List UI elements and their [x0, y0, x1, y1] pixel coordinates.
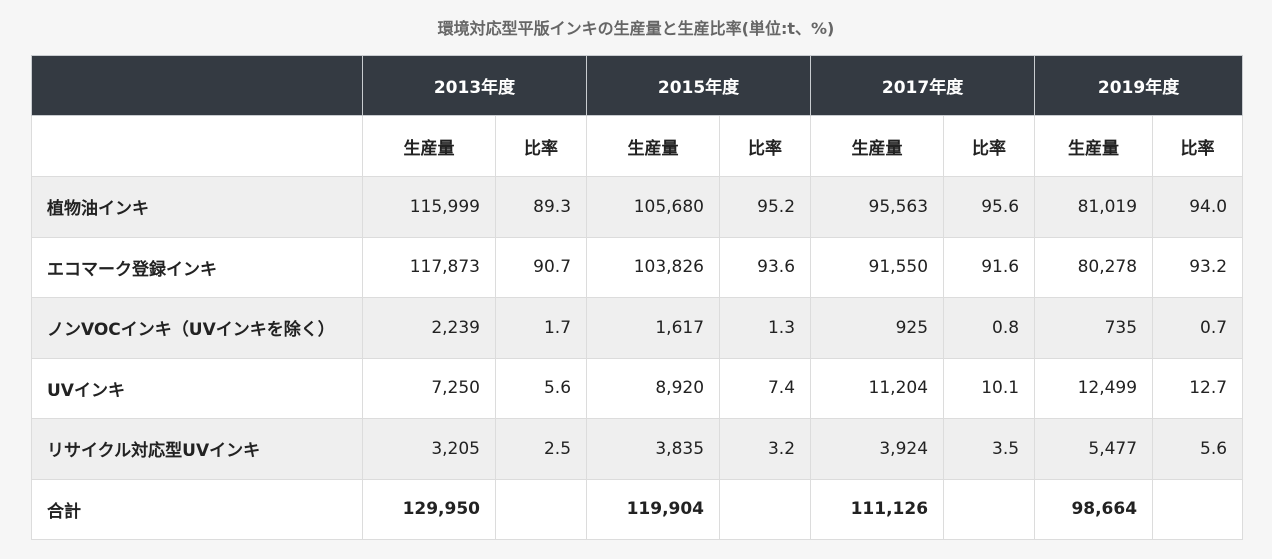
row-label: 植物油インキ: [31, 176, 363, 238]
ratio-cell: [943, 478, 1036, 540]
production-cell: 95,563: [810, 176, 945, 238]
row-label: UVインキ: [31, 357, 363, 419]
production-cell: 11,204: [810, 357, 945, 419]
table-caption: 環境対応型平版インキの生産量と生産比率(単位:t、%): [437, 19, 835, 38]
table-row: エコマーク登録インキ 117,873 90.7 103,826 93.6 91,…: [31, 236, 1244, 298]
ratio-header: 比率: [1152, 115, 1244, 177]
total-row: 合計 129,950 119,904 111,126 98,664: [31, 478, 1244, 540]
production-header: 生産量: [586, 115, 721, 177]
production-cell: 117,873: [362, 236, 496, 298]
production-cell: 115,999: [362, 176, 496, 238]
year-header: 2015年度: [586, 55, 812, 116]
ratio-header: 比率: [494, 115, 588, 177]
year-header: 2013年度: [361, 55, 588, 116]
table-row: 植物油インキ 115,999 89.3 105,680 95.2 95,563 …: [31, 176, 1244, 238]
ratio-cell: 95.2: [719, 176, 812, 238]
production-cell: 1,617: [586, 297, 721, 359]
table-row: リサイクル対応型UVインキ 3,205 2.5 3,835 3.2 3,924 …: [31, 418, 1244, 480]
production-header: 生産量: [1034, 115, 1154, 177]
ratio-cell: 0.7: [1152, 297, 1244, 359]
ratio-cell: 0.8: [943, 297, 1036, 359]
ratio-cell: [1152, 478, 1244, 540]
ratio-cell: 12.7: [1152, 357, 1244, 419]
ratio-cell: 93.2: [1152, 236, 1244, 298]
production-cell: 91,550: [810, 236, 945, 298]
production-cell: 129,950: [362, 478, 496, 540]
ratio-cell: 10.1: [943, 357, 1036, 419]
ratio-header: 比率: [943, 115, 1036, 177]
year-header: 2017年度: [810, 55, 1036, 116]
production-cell: 119,904: [586, 478, 721, 540]
ratio-header: 比率: [719, 115, 812, 177]
production-cell: 3,924: [810, 418, 945, 480]
production-cell: 98,664: [1034, 478, 1154, 540]
ratio-cell: 89.3: [494, 176, 588, 238]
production-cell: 8,920: [586, 357, 721, 419]
production-header: 生産量: [362, 115, 496, 177]
row-label: リサイクル対応型UVインキ: [31, 418, 363, 480]
ratio-cell: 94.0: [1152, 176, 1244, 238]
ratio-cell: [719, 478, 812, 540]
ratio-cell: [494, 478, 588, 540]
ratio-cell: 91.6: [943, 236, 1036, 298]
year-header-row: 2013年度 2015年度 2017年度 2019年度: [31, 55, 1244, 116]
production-cell: 735: [1034, 297, 1154, 359]
ratio-cell: 2.5: [494, 418, 588, 480]
production-cell: 103,826: [586, 236, 721, 298]
sub-header-row: 生産量 比率 生産量 比率 生産量 比率 生産量 比率: [31, 115, 1244, 177]
ratio-cell: 90.7: [494, 236, 588, 298]
production-cell: 111,126: [810, 478, 945, 540]
ratio-cell: 95.6: [943, 176, 1036, 238]
production-cell: 105,680: [586, 176, 721, 238]
production-cell: 2,239: [362, 297, 496, 359]
ratio-cell: 7.4: [719, 357, 812, 419]
production-cell: 5,477: [1034, 418, 1154, 480]
ratio-cell: 3.5: [943, 418, 1036, 480]
ink-production-table: 2013年度 2015年度 2017年度 2019年度 生産量 比率 生産量 比…: [31, 55, 1244, 540]
ratio-cell: 1.7: [494, 297, 588, 359]
production-cell: 925: [810, 297, 945, 359]
production-cell: 3,835: [586, 418, 721, 480]
table-row: UVインキ 7,250 5.6 8,920 7.4 11,204 10.1 12…: [31, 357, 1244, 419]
row-label: ノンVOCインキ（UVインキを除く）: [31, 297, 363, 359]
table-row: ノンVOCインキ（UVインキを除く） 2,239 1.7 1,617 1.3 9…: [31, 297, 1244, 359]
ratio-cell: 5.6: [1152, 418, 1244, 480]
row-label: エコマーク登録インキ: [31, 236, 363, 298]
ratio-cell: 3.2: [719, 418, 812, 480]
production-cell: 80,278: [1034, 236, 1154, 298]
production-cell: 12,499: [1034, 357, 1154, 419]
production-cell: 81,019: [1034, 176, 1154, 238]
ratio-cell: 5.6: [494, 357, 588, 419]
ratio-cell: 1.3: [719, 297, 812, 359]
row-label: 合計: [31, 478, 363, 540]
corner-header-cell: [31, 55, 363, 116]
year-header: 2019年度: [1034, 55, 1244, 116]
production-header: 生産量: [810, 115, 945, 177]
production-cell: 3,205: [362, 418, 496, 480]
ratio-cell: 93.6: [719, 236, 812, 298]
production-cell: 7,250: [362, 357, 496, 419]
empty-header-cell: [31, 115, 363, 177]
